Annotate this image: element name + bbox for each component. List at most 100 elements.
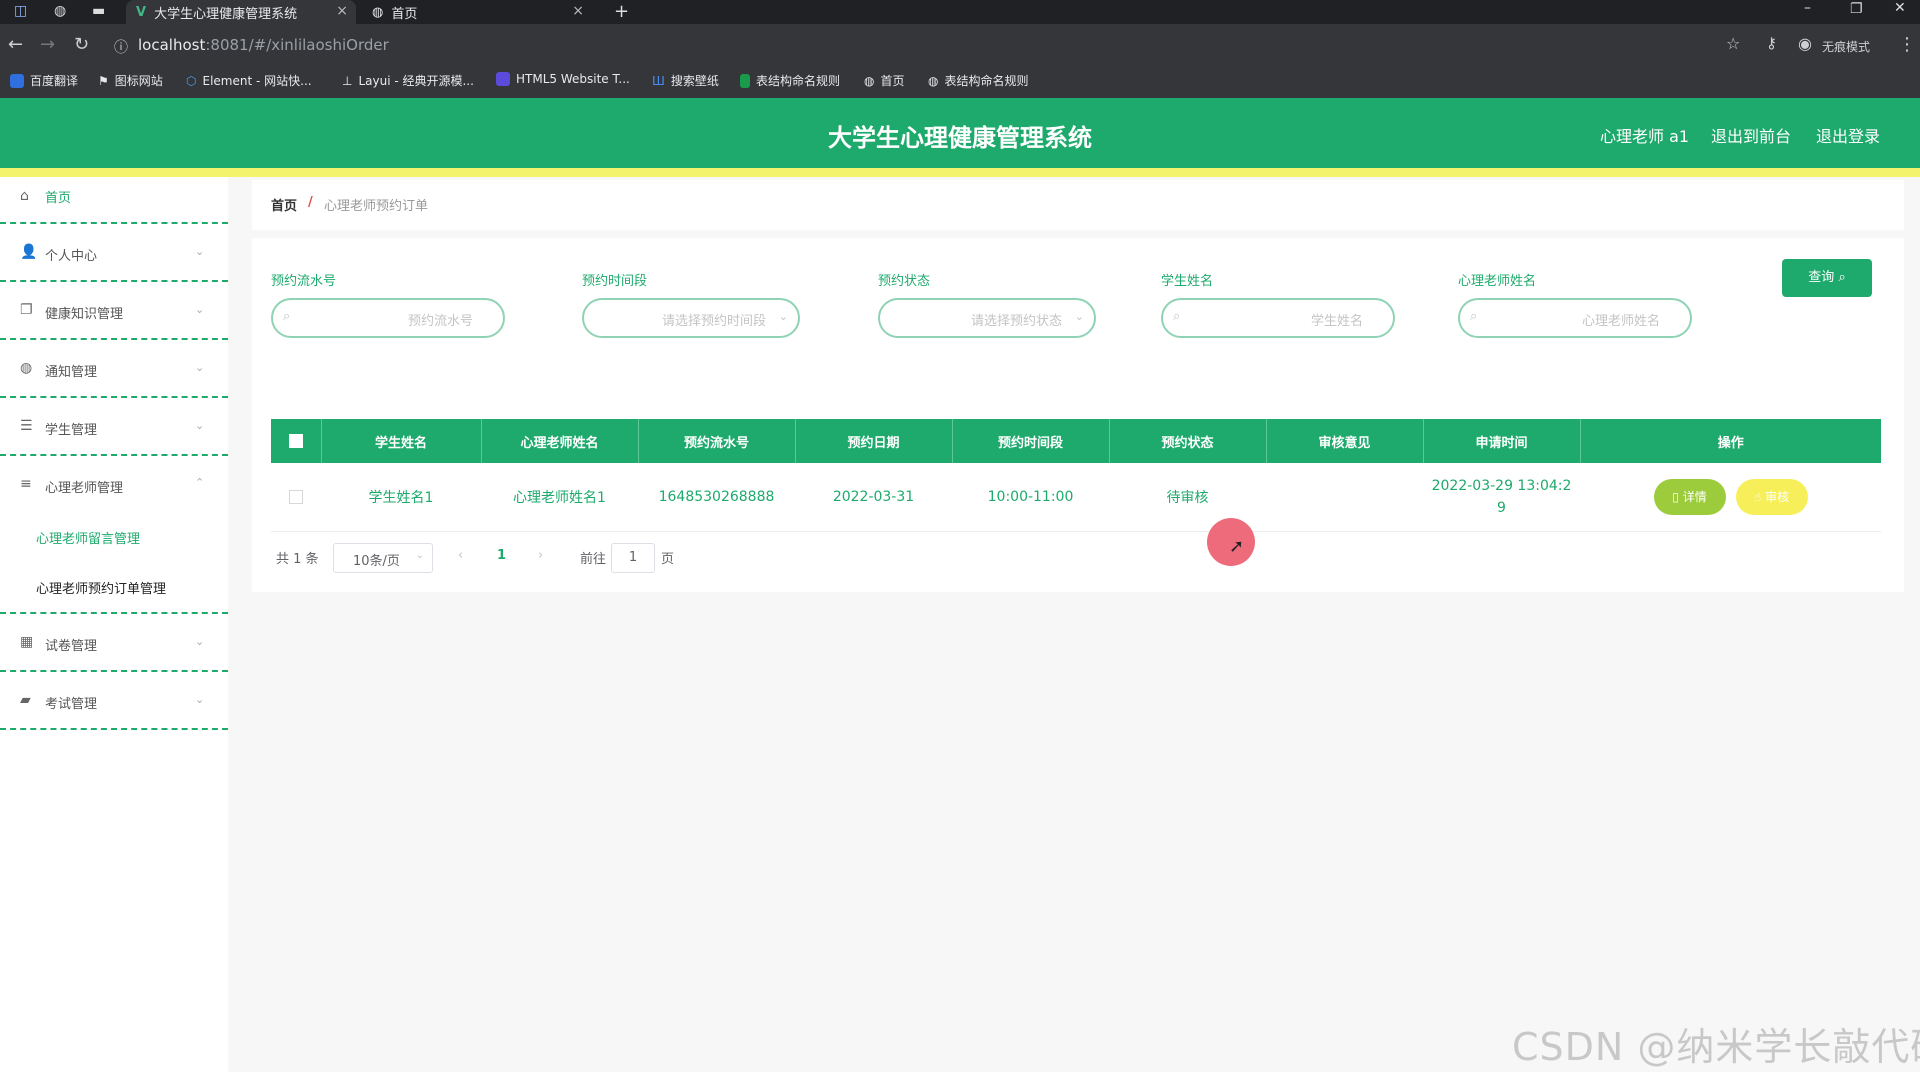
- logout-link[interactable]: 退出登录: [1816, 123, 1880, 147]
- breadcrumb-home[interactable]: 首页: [271, 195, 297, 214]
- detail-button[interactable]: ▯ 详情: [1653, 478, 1726, 515]
- thumbs-up-icon: ☝: [1753, 489, 1762, 504]
- bookmark-item[interactable]: HTML5 Website T...: [496, 72, 630, 86]
- sidebar-item-profile[interactable]: 👤 个人中心 ⌄: [0, 224, 228, 282]
- sidebar-item-students[interactable]: ☰ 学生管理 ⌄: [0, 398, 228, 456]
- page-unit-label: 页: [661, 552, 675, 567]
- breadcrumb-separator: /: [308, 195, 313, 210]
- globe-icon: ◍: [54, 3, 67, 19]
- bookmark-label: HTML5 Website T...: [516, 72, 630, 86]
- sidebar-item-exams[interactable]: ▰ 考试管理 ⌄: [0, 672, 228, 730]
- prev-page-icon[interactable]: ‹: [458, 548, 463, 563]
- page-number[interactable]: 1: [497, 548, 506, 563]
- globe-icon: ◍: [372, 4, 384, 20]
- reload-icon[interactable]: ↻: [74, 34, 89, 55]
- bookmark-label: 百度翻译: [30, 74, 79, 88]
- sidebar-item-notice[interactable]: ◍ 通知管理 ⌄: [0, 340, 228, 398]
- column-header: 心理老师姓名: [481, 419, 639, 463]
- sidebar-item-home[interactable]: ⌂ 首页: [0, 166, 228, 224]
- minimize-icon[interactable]: –: [1804, 0, 1811, 16]
- globe-icon: ◍: [928, 73, 939, 88]
- query-button-label: 查询: [1808, 270, 1835, 285]
- tab-search-icon[interactable]: ◫: [14, 3, 27, 19]
- teacher-search-input[interactable]: ⌕ 心理老师姓名: [1458, 298, 1692, 338]
- restore-icon[interactable]: ❐: [1850, 1, 1863, 17]
- column-header: 学生姓名: [321, 419, 482, 463]
- key-icon[interactable]: ⚷: [1766, 34, 1777, 52]
- sidebar-item-label: 首页: [45, 191, 72, 206]
- window-close-icon[interactable]: ✕: [1894, 0, 1906, 16]
- bookmark-label: 首页: [880, 74, 905, 88]
- query-button[interactable]: 查询 ⌕: [1782, 259, 1872, 297]
- sheet-icon: [740, 73, 750, 88]
- audit-button[interactable]: ☝ 审核: [1735, 478, 1808, 515]
- forward-icon[interactable]: →: [40, 34, 55, 55]
- serial-search-input[interactable]: ⌕ 预约流水号: [271, 298, 505, 338]
- breadcrumb-current: 心理老师预约订单: [324, 199, 429, 214]
- html5-icon: [496, 72, 510, 86]
- filter-label-slot: 预约时间段: [582, 274, 648, 289]
- chevron-down-icon: ⌄: [415, 550, 424, 561]
- bookmark-item[interactable]: Ш 搜索壁纸: [652, 72, 719, 89]
- page-size-select[interactable]: 10条/页 ⌄: [333, 543, 433, 573]
- status-select[interactable]: 请选择预约状态 ⌄: [878, 298, 1096, 338]
- slot-select[interactable]: 请选择预约时间段 ⌄: [582, 298, 800, 338]
- goto-page-input[interactable]: 1: [611, 543, 655, 573]
- sidebar-item-teachers[interactable]: ≡ 心理老师管理 ⌃ 心理老师留言管理 心理老师预约订单管理: [0, 456, 228, 614]
- sidebar-subitem-messages[interactable]: 心理老师留言管理: [36, 528, 140, 547]
- student-search-input[interactable]: ⌕ 学生姓名: [1161, 298, 1395, 338]
- briefcase-icon: ▰: [20, 692, 31, 708]
- star-icon[interactable]: ☆: [1726, 34, 1740, 53]
- info-icon[interactable]: ⓘ: [114, 37, 128, 57]
- window-icon: ▬: [92, 3, 106, 19]
- sidebar-item-label: 试卷管理: [45, 639, 98, 654]
- vue-icon: V: [136, 4, 147, 20]
- table-row: 学生姓名1 心理老师姓名1 1648530268888 2022-03-31 1…: [271, 463, 1881, 532]
- sidebar-item-papers[interactable]: ▦ 试卷管理 ⌄: [0, 614, 228, 672]
- bookmark-item[interactable]: ⊥ Layui - 经典开源模...: [342, 72, 474, 89]
- bookmark-item[interactable]: ⬡ Element - 网站快...: [186, 72, 312, 89]
- watermark: CSDN @纳米学长敲代码: [1512, 1025, 1920, 1069]
- url-field[interactable]: localhost:8081/#/xinlilaoshiOrder: [138, 36, 389, 54]
- chevron-down-icon: ⌄: [195, 361, 205, 374]
- search-icon: ⌕: [1838, 270, 1846, 285]
- close-icon[interactable]: ×: [336, 3, 348, 19]
- chevron-down-icon: ⌄: [195, 245, 205, 258]
- sidebar-item-label: 考试管理: [45, 697, 98, 712]
- grid-icon: ▦: [20, 634, 34, 650]
- new-tab-icon[interactable]: +: [614, 1, 629, 22]
- sidebar-item-label: 个人中心: [45, 249, 98, 264]
- cell-student: 学生姓名1: [321, 463, 481, 532]
- cell-apply-time: 2022-03-29 13:04:2 9: [1423, 463, 1580, 532]
- bookmark-item[interactable]: ◍ 表结构命名规则: [928, 72, 1029, 89]
- close-icon[interactable]: ×: [572, 3, 584, 19]
- page-size-value: 10条/页: [353, 554, 400, 569]
- audit-button-label: 审核: [1765, 489, 1790, 504]
- row-checkbox[interactable]: [289, 489, 303, 504]
- filter-label-teacher: 心理老师姓名: [1458, 274, 1537, 289]
- column-header: 操作: [1580, 419, 1881, 463]
- bookmark-item[interactable]: ⚑ 图标网站: [98, 72, 163, 89]
- column-header: 预约流水号: [638, 419, 796, 463]
- bookmark-item[interactable]: 表结构命名规则: [740, 72, 840, 89]
- tab-title: 大学生心理健康管理系统: [154, 6, 298, 22]
- back-icon[interactable]: ←: [8, 34, 23, 55]
- menu-icon[interactable]: ⋮: [1898, 34, 1916, 55]
- sidebar-item-label: 健康知识管理: [45, 307, 124, 322]
- bookmark-item[interactable]: ◍ 首页: [864, 72, 905, 89]
- profile-label[interactable]: 无痕模式: [1822, 38, 1870, 55]
- filter-label-student: 学生姓名: [1161, 274, 1214, 289]
- input-placeholder: 学生姓名: [1310, 314, 1363, 329]
- sidebar-subitem-orders[interactable]: 心理老师预约订单管理: [36, 578, 166, 597]
- header-accent-bar: [0, 168, 1920, 177]
- sidebar-item-knowledge[interactable]: ❐ 健康知识管理 ⌄: [0, 282, 228, 340]
- orders-table: 学生姓名 心理老师姓名 预约流水号 预约日期 预约时间段 预约状态 审核意见 申…: [271, 419, 1881, 532]
- next-page-icon[interactable]: ›: [538, 548, 543, 563]
- chevron-down-icon: ⌄: [195, 303, 205, 316]
- front-link[interactable]: 退出到前台: [1711, 123, 1791, 147]
- select-all-checkbox[interactable]: [288, 434, 303, 448]
- bookmark-item[interactable]: 百度翻译: [10, 72, 78, 89]
- copy-icon: ❐: [20, 302, 33, 318]
- tab-home[interactable]: ◍ 首页 ×: [362, 0, 592, 24]
- tab-app[interactable]: V 大学生心理健康管理系统 ×: [126, 0, 356, 24]
